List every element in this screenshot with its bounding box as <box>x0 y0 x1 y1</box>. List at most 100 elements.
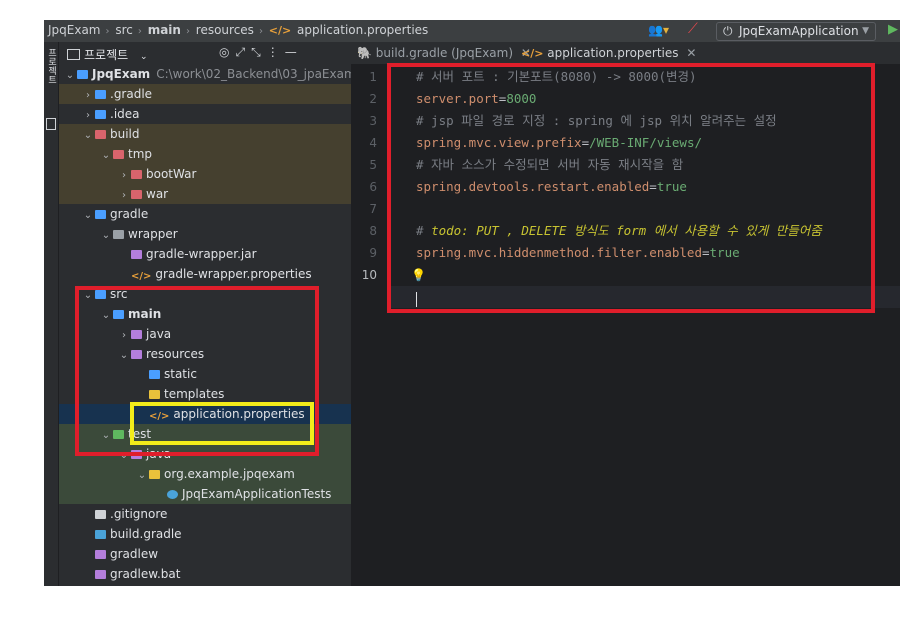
chevron-right-icon: › <box>185 26 190 37</box>
breadcrumb-resources[interactable]: resources <box>196 23 254 37</box>
collapse-all-icon[interactable]: ⤡ <box>251 45 267 59</box>
chevron-right-icon: › <box>137 26 142 37</box>
tree-item-label: .gradle <box>110 87 153 101</box>
folder-icon <box>113 230 124 239</box>
folder-icon <box>131 190 142 199</box>
line-number: 5 <box>369 158 377 172</box>
folder-icon <box>95 90 106 99</box>
tree-item-label: gradlew.bat <box>110 567 181 581</box>
tree-item-label: tmp <box>128 147 153 161</box>
tree-item-label: build.gradle <box>110 527 182 541</box>
breadcrumb-main[interactable]: main <box>148 23 181 37</box>
tree-item-org-example-jpqexam[interactable]: ⌄ org.example.jpqexam <box>59 464 351 484</box>
properties-file-icon: </> <box>268 24 292 37</box>
tree-item-label: JpqExam <box>92 67 151 81</box>
line-number: 2 <box>369 92 377 106</box>
tree-item-jpqexam[interactable]: ⌄ JpqExam C:\work\02_Backend\03_jpaExam <box>59 64 351 84</box>
tab-label: build.gradle (JpqExam) <box>375 46 514 60</box>
tree-item-gitignore[interactable]: .gitignore <box>59 504 351 524</box>
project-view-dropdown[interactable]: 프로젝트 ⌄ <box>67 46 148 63</box>
tool-window-strip: 프로젝트 <box>44 42 59 586</box>
tree-item-build-gradle[interactable]: build.gradle <box>59 524 351 544</box>
editor-tabs: 🐘 build.gradle (JpqExam) ✕ </> applicati… <box>351 42 900 66</box>
tab-build-gradle[interactable]: 🐘 build.gradle (JpqExam) ✕ <box>357 42 531 64</box>
breadcrumb-file[interactable]: application.properties <box>297 23 428 37</box>
target-icon[interactable]: ◎ <box>219 45 235 59</box>
tree-item-label: gradlew <box>110 547 159 561</box>
breadcrumb: JpqExam › src › main › resources › </> appli… <box>48 23 430 37</box>
minimize-icon[interactable]: — <box>285 45 303 59</box>
tree-item-wrapper[interactable]: ⌄ wrapper <box>59 224 351 244</box>
line-number-gutter: 1 2 3 4 5 6 7 8 9 10 <box>351 66 389 586</box>
chevron-down-icon[interactable]: ⌄ <box>63 66 77 86</box>
project-root-path: C:\work\02_Backend\03_jpaExam <box>156 67 351 81</box>
run-configuration-label: JpqExamApplication <box>739 24 859 38</box>
chevron-down-icon[interactable]: ⌄ <box>135 466 149 486</box>
user-add-icon[interactable]: 👥▾ <box>648 23 669 37</box>
tree-item-label: .gitignore <box>110 507 168 521</box>
chevron-right-icon[interactable]: › <box>81 106 95 126</box>
test-class-icon <box>167 490 178 499</box>
project-panel-header: 프로젝트 ⌄ ◎⤢⤡⋮— <box>59 42 351 64</box>
more-options-icon[interactable]: ⋮ <box>267 45 285 59</box>
tree-item-gradle-wrapper-properties[interactable]: </> gradle-wrapper.properties <box>59 264 351 284</box>
tree-item-gradlew-bat[interactable]: gradlew.bat <box>59 564 351 584</box>
tree-item-label: gradle-wrapper.jar <box>146 247 257 261</box>
folder-icon <box>131 170 142 179</box>
jar-icon <box>131 250 142 259</box>
line-number: 7 <box>369 202 377 216</box>
chevron-right-icon[interactable]: › <box>117 166 131 186</box>
tree-item-gradle[interactable]: ⌄ gradle <box>59 204 351 224</box>
build-hammer-icon[interactable]: ⟋ <box>688 21 698 37</box>
close-icon[interactable]: ✕ <box>686 46 696 60</box>
breadcrumb-src[interactable]: src <box>115 23 133 37</box>
folder-icon <box>95 110 106 119</box>
tab-label: application.properties <box>547 46 679 60</box>
chevron-down-icon[interactable]: ⌄ <box>81 126 95 146</box>
tree-item-label: war <box>146 187 169 201</box>
chevron-right-icon[interactable]: › <box>117 186 131 206</box>
power-icon: ⏻ <box>723 24 733 38</box>
tree-item-label: gradle <box>110 207 149 221</box>
chevron-down-icon[interactable]: ⌄ <box>99 226 113 246</box>
tree-item-gradle-wrapper-jar[interactable]: gradle-wrapper.jar <box>59 244 351 264</box>
navigation-bar: JpqExam › src › main › resources › </> appli… <box>44 20 900 42</box>
annotation-yellow-box-file <box>130 402 314 445</box>
folder-icon <box>113 150 124 159</box>
package-icon <box>149 470 160 479</box>
chevron-right-icon: › <box>258 26 263 37</box>
tree-item-bootwar[interactable]: › bootWar <box>59 164 351 184</box>
tree-item-gradle[interactable]: › .gradle <box>59 84 351 104</box>
line-number: 3 <box>369 114 377 128</box>
run-configuration-selector[interactable]: ⏻ JpqExamApplication ▼ <box>716 22 876 41</box>
chevron-down-icon: ▼ <box>862 26 869 36</box>
chevron-down-icon[interactable]: ⌄ <box>81 206 95 226</box>
folder-icon <box>95 210 106 219</box>
project-panel-title: 프로젝트 <box>84 48 129 62</box>
chevron-right-icon[interactable]: › <box>81 86 95 106</box>
breadcrumb-project[interactable]: JpqExam <box>48 23 101 37</box>
tree-item-jpqexamapplicationtests[interactable]: JpqExamApplicationTests <box>59 484 351 504</box>
tree-item-label: build <box>110 127 140 141</box>
module-folder-icon <box>77 70 88 79</box>
structure-tool-icon[interactable] <box>46 118 56 130</box>
tree-item-label: wrapper <box>128 227 178 241</box>
gradle-icon: 🐘 <box>357 46 372 60</box>
tree-item-build[interactable]: ⌄ build <box>59 124 351 144</box>
chevron-down-icon[interactable]: ⌄ <box>99 146 113 166</box>
line-number: 9 <box>369 246 377 260</box>
tree-item-idea[interactable]: › .idea <box>59 104 351 124</box>
tree-item-gradlew[interactable]: gradlew <box>59 544 351 564</box>
line-number: 6 <box>369 180 377 194</box>
run-play-icon[interactable]: ▶ <box>888 22 898 37</box>
chevron-down-icon: ⌄ <box>140 52 148 62</box>
line-number: 8 <box>369 224 377 238</box>
tree-item-label: bootWar <box>146 167 197 181</box>
tree-item-tmp[interactable]: ⌄ tmp <box>59 144 351 164</box>
gradle-icon <box>95 530 106 539</box>
tree-item-label: JpqExamApplicationTests <box>182 487 332 501</box>
expand-all-icon[interactable]: ⤢ <box>235 45 251 59</box>
project-tool-label[interactable]: 프로젝트 <box>45 48 58 84</box>
tree-item-war[interactable]: › war <box>59 184 351 204</box>
folder-icon <box>95 130 106 139</box>
